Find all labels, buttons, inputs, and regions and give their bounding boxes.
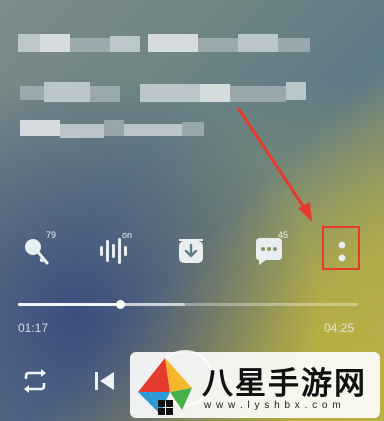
progress-thumb[interactable] — [116, 300, 125, 309]
repeat-button[interactable] — [20, 366, 50, 396]
previous-icon — [95, 372, 114, 390]
download-icon — [179, 239, 203, 263]
more-highlight-box — [322, 226, 360, 270]
sound-effect-status: on — [122, 230, 133, 240]
download-button[interactable] — [174, 234, 208, 268]
repeat-icon — [24, 369, 46, 393]
watermark: 八星手游网 w w w . l y s h b x . c o m — [130, 352, 380, 418]
watermark-logo-icon — [138, 358, 192, 415]
progress-fill — [18, 303, 120, 306]
watermark-url: w w w . l y s h b x . c o m — [204, 400, 342, 411]
total-time: 04:25 — [324, 321, 355, 335]
progress-bar[interactable] — [18, 300, 358, 309]
comment-button[interactable]: 45 — [252, 230, 288, 268]
watermark-title: 八星手游网 — [202, 366, 367, 402]
sing-count: 79 — [46, 230, 57, 240]
comment-count: 45 — [278, 230, 289, 240]
previous-button[interactable] — [92, 367, 118, 395]
sound-effect-button[interactable]: on — [96, 230, 132, 268]
sing-button[interactable]: 79 — [20, 230, 56, 268]
elapsed-time: 01:17 — [18, 321, 49, 335]
